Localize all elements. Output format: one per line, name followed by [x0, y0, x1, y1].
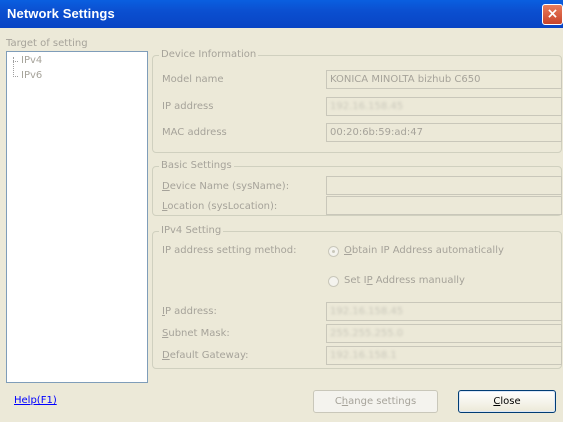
tree-connector-line	[13, 61, 18, 62]
tree-item-ipv4[interactable]: IPv4	[21, 55, 42, 66]
mac-address-field: 00:20:6b:59:ad:47	[326, 123, 562, 142]
close-window-button[interactable]: ×	[542, 4, 563, 25]
mac-address-label: MAC address	[162, 127, 227, 138]
ip-setting-method-label: IP address setting method:	[162, 245, 297, 256]
target-tree[interactable]: IPv4 IPv6	[6, 51, 148, 383]
default-gateway-input[interactable]: 192.16.158.1	[326, 346, 562, 365]
ip-address-field: 192.16.158.45	[326, 97, 562, 116]
location-label: Location (sysLocation):	[162, 201, 278, 212]
window-title: Network Settings	[7, 6, 115, 21]
basic-settings-title: Basic Settings	[159, 160, 234, 171]
device-name-input[interactable]	[326, 176, 562, 195]
ipv4-ip-address-label: IP address:	[162, 306, 217, 317]
default-gateway-label: Default Gateway:	[162, 350, 249, 361]
set-ip-manually-label[interactable]: Set IP Address manually	[344, 275, 465, 286]
ipv4-setting-title: IPv4 Setting	[159, 225, 224, 236]
network-settings-dialog: Network Settings × Target of setting IPv…	[0, 0, 563, 422]
title-bar[interactable]: Network Settings ×	[0, 0, 563, 28]
tree-connector-line	[13, 57, 14, 77]
close-icon: ×	[546, 6, 559, 22]
obtain-ip-automatically-label[interactable]: Obtain IP Address automatically	[344, 245, 504, 256]
ipv4-ip-address-value: 192.16.158.45	[330, 306, 404, 317]
change-settings-button[interactable]: Change settings	[313, 390, 438, 413]
ip-address-value: 192.16.158.45	[330, 101, 404, 112]
model-name-label: Model name	[162, 74, 224, 85]
tree-connector-line	[13, 76, 18, 77]
subnet-mask-value: 255.255.255.0	[330, 328, 404, 339]
default-gateway-value: 192.16.158.1	[330, 350, 397, 361]
device-information-title: Device Information	[159, 49, 259, 60]
ip-address-label: IP address	[162, 101, 214, 112]
model-name-field: KONICA MINOLTA bizhub C650	[326, 70, 562, 89]
subnet-mask-label: Subnet Mask:	[162, 328, 230, 339]
obtain-ip-automatically-radio[interactable]	[328, 246, 339, 257]
tree-item-ipv6[interactable]: IPv6	[21, 70, 42, 81]
device-name-label: Device Name (sysName):	[162, 181, 290, 192]
subnet-mask-input[interactable]: 255.255.255.0	[326, 324, 562, 343]
ipv4-ip-address-input[interactable]: 192.16.158.45	[326, 302, 562, 321]
target-of-setting-label: Target of setting	[6, 38, 88, 49]
set-ip-manually-radio[interactable]	[328, 276, 339, 287]
help-link[interactable]: Help(F1)	[14, 395, 57, 406]
location-input[interactable]	[326, 196, 562, 215]
close-button[interactable]: Close	[458, 390, 556, 413]
